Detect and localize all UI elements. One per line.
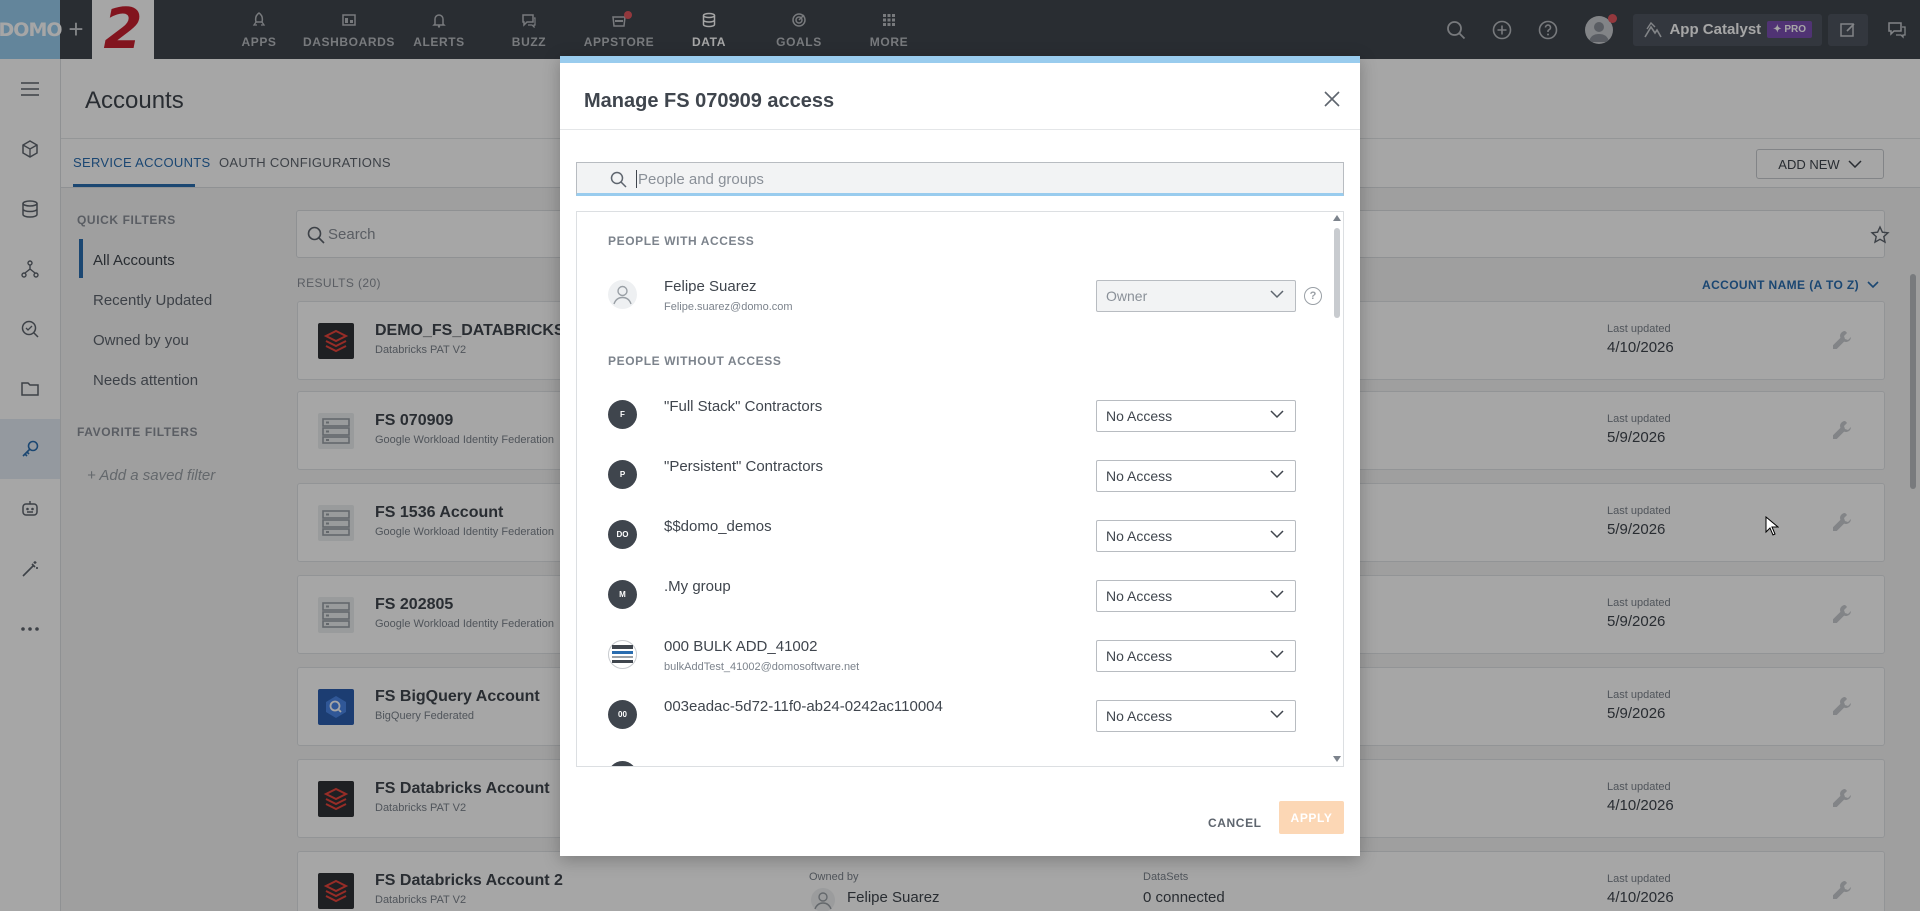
access-role-select: Owner [1096, 280, 1296, 312]
list-item: 000 BULK ADD_41002 bulkAddTest_41002@dom… [577, 630, 1317, 680]
scroll-up-arrow[interactable] [1333, 215, 1341, 221]
person-name: $$domo_demos [664, 518, 772, 535]
close-icon[interactable] [1322, 89, 1342, 109]
chevron-down-icon [1270, 650, 1284, 659]
person-name: "Persistent" Contractors [664, 458, 824, 475]
list-item: 00 003eadac-5d72-11f0-ab24-0242ac110004 … [577, 690, 1317, 740]
chevron-down-icon [1270, 590, 1284, 599]
list-item: P "Persistent" Contractors No Access [577, 450, 1317, 500]
list-item: F "Full Stack" Contractors No Access [577, 390, 1317, 440]
group-avatar: P [608, 460, 637, 489]
chevron-down-icon [1270, 470, 1284, 479]
person-email: Felipe.suarez@domo.com [664, 301, 793, 313]
chevron-down-icon [1270, 410, 1284, 419]
person-name: .My group [664, 578, 731, 595]
user-placeholder-icon [608, 280, 637, 309]
person-email: bulkAddTest_41002@domosoftware.net [664, 661, 860, 673]
group-avatar: M [608, 580, 637, 609]
chevron-down-icon [1270, 290, 1284, 299]
access-select[interactable]: No Access [1096, 580, 1296, 612]
list-item: Felipe Suarez Felipe.suarez@domo.com Own… [577, 270, 1322, 320]
divider [560, 129, 1360, 130]
person-name: 000 BULK ADD_41002 [664, 638, 818, 655]
without-access-heading: PEOPLE WITHOUT ACCESS [608, 354, 782, 368]
person-name: "Full Stack" Contractors [664, 398, 823, 415]
people-list[interactable]: PEOPLE WITH ACCESS Felipe Suarez Felipe.… [576, 211, 1344, 767]
text-caret [636, 170, 637, 188]
scrollbar-thumb[interactable] [1334, 228, 1340, 318]
list-item: M .My group No Access [577, 570, 1317, 620]
cancel-button[interactable]: CANCEL [1208, 816, 1262, 830]
with-access-heading: PEOPLE WITH ACCESS [608, 234, 755, 248]
user-photo-avatar [608, 640, 637, 669]
chevron-down-icon [1270, 710, 1284, 719]
apply-button[interactable]: APPLY [1279, 801, 1344, 834]
search-icon [610, 171, 627, 188]
access-select[interactable]: No Access [1096, 400, 1296, 432]
chevron-down-icon [1270, 530, 1284, 539]
mouse-cursor-icon [1765, 516, 1779, 536]
help-icon[interactable]: ? [1304, 287, 1322, 305]
list-scrollbar[interactable] [1330, 212, 1343, 766]
group-avatar: 00 [608, 700, 637, 729]
access-select[interactable]: No Access [1096, 700, 1296, 732]
group-avatar: F [608, 400, 637, 429]
list-item: DO $$domo_demos No Access [577, 510, 1317, 560]
scroll-down-arrow[interactable] [1333, 756, 1341, 762]
access-select[interactable]: No Access [1096, 640, 1296, 672]
person-name: 003eadac-5d72-11f0-ab24-0242ac110004 [664, 698, 943, 715]
manage-access-dialog: Manage FS 070909 access People and group… [560, 56, 1360, 856]
group-avatar: DO [608, 520, 637, 549]
access-select[interactable]: No Access [1096, 460, 1296, 492]
group-avatar [608, 761, 637, 766]
access-select[interactable]: No Access [1096, 520, 1296, 552]
person-name: Felipe Suarez [664, 278, 757, 295]
people-search-input[interactable]: People and groups [576, 162, 1344, 196]
dialog-title: Manage FS 070909 access [584, 90, 835, 112]
